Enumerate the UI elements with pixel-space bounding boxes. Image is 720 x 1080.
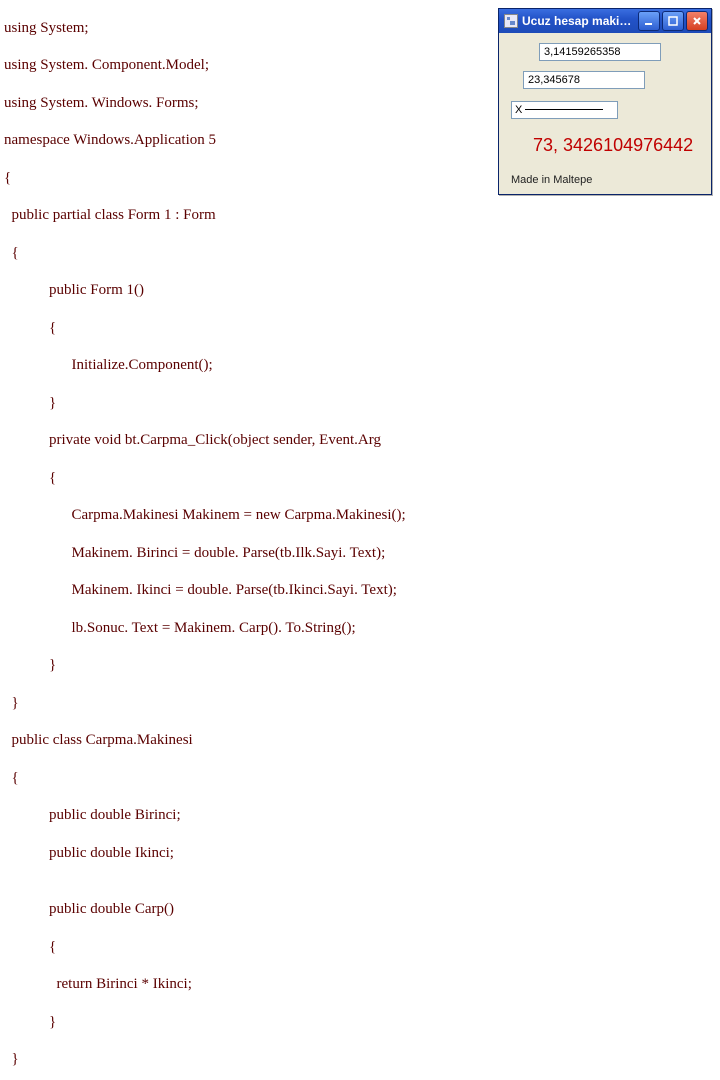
code-line: public double Carp()	[4, 900, 716, 919]
code-line: {	[4, 244, 716, 263]
code-line: public Form 1()	[4, 281, 716, 300]
code-line: {	[4, 319, 716, 338]
multiply-button[interactable]: X	[511, 101, 618, 119]
code-line: }	[4, 1013, 716, 1032]
code-line: {	[4, 938, 716, 957]
second-number-input[interactable]: 23,345678	[523, 71, 645, 89]
close-button[interactable]	[686, 11, 708, 31]
app-window: Ucuz hesap makinesi 3,14159265358 23,345…	[498, 8, 712, 195]
code-line: private void bt.Carpma_Click(object send…	[4, 431, 716, 450]
code-line: lb.Sonuc. Text = Makinem. Carp(). To.Str…	[4, 619, 716, 638]
code-line: Makinem. Ikinci = double. Parse(tb.Ikinc…	[4, 581, 716, 600]
code-line: Carpma.Makinesi Makinem = new Carpma.Mak…	[4, 506, 716, 525]
code-line: return Birinci * Ikinci;	[4, 975, 716, 994]
code-line: {	[4, 769, 716, 788]
underline-icon	[525, 109, 603, 110]
window-buttons	[638, 11, 708, 31]
first-number-input[interactable]: 3,14159265358	[539, 43, 661, 61]
code-line: }	[4, 1050, 716, 1069]
client-area: 3,14159265358 23,345678 X 73, 3426104976…	[499, 33, 711, 194]
multiply-button-label: X	[515, 104, 525, 116]
code-line: }	[4, 656, 716, 675]
code-line: {	[4, 469, 716, 488]
footer-text: Made in Maltepe	[511, 172, 699, 186]
titlebar[interactable]: Ucuz hesap makinesi	[499, 9, 711, 33]
app-icon	[504, 14, 518, 28]
code-line: }	[4, 394, 716, 413]
code-line: public partial class Form 1 : Form	[4, 206, 716, 225]
code-line: }	[4, 694, 716, 713]
code-line: public class Carpma.Makinesi	[4, 731, 716, 750]
code-line: public double Ikinci;	[4, 844, 716, 863]
result-label: 73, 3426104976442	[511, 133, 699, 172]
code-line: Makinem. Birinci = double. Parse(tb.Ilk.…	[4, 544, 716, 563]
code-line: Initialize.Component();	[4, 356, 716, 375]
window-title: Ucuz hesap makinesi	[522, 14, 634, 28]
code-line: public double Birinci;	[4, 806, 716, 825]
minimize-button[interactable]	[638, 11, 660, 31]
maximize-button[interactable]	[662, 11, 684, 31]
